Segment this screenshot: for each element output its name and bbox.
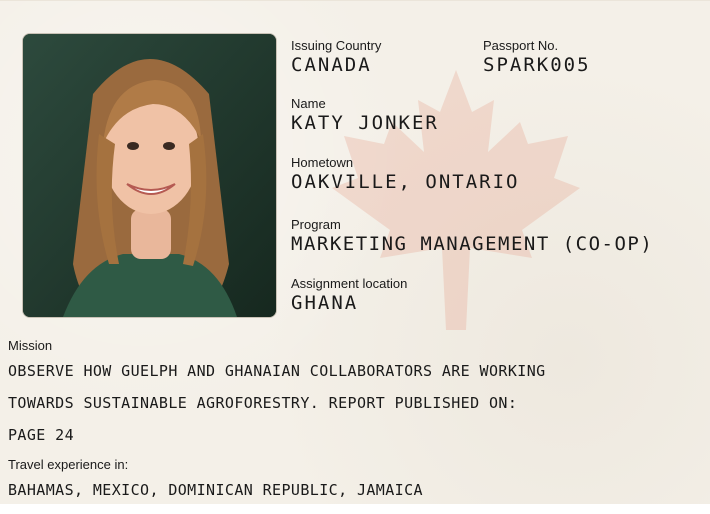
program-value: MARKETING MANAGEMENT (CO-OP): [291, 233, 654, 255]
passport-no-value: SPARK005: [483, 54, 591, 76]
hometown-label: Hometown: [291, 155, 354, 170]
hometown-value: OAKVILLE, ONTARIO: [291, 171, 520, 193]
passport-card: Issuing Country CANADA Passport No. SPAR…: [0, 0, 710, 514]
issuing-country-value: CANADA: [291, 54, 372, 76]
mission-line: PAGE 24: [8, 426, 75, 444]
profile-photo: [22, 33, 277, 318]
maple-leaf-icon: [332, 70, 580, 330]
name-value: KATY JONKER: [291, 112, 439, 134]
mission-label: Mission: [8, 338, 53, 353]
passport-no-label: Passport No.: [483, 38, 559, 53]
assignment-location-label: Assignment location: [291, 276, 408, 291]
travel-experience-value: BAHAMAS, MEXICO, DOMINICAN REPUBLIC, JAM…: [8, 481, 423, 499]
mission-line: TOWARDS SUSTAINABLE AGROFORESTRY. REPORT…: [8, 394, 518, 412]
mission-line: OBSERVE HOW GUELPH AND GHANAIAN COLLABOR…: [8, 362, 546, 380]
program-label: Program: [291, 217, 341, 232]
assignment-location-value: GHANA: [291, 292, 359, 314]
bottom-border: [0, 504, 710, 514]
name-label: Name: [291, 96, 326, 111]
issuing-country-label: Issuing Country: [291, 38, 382, 53]
travel-experience-label: Travel experience in:: [8, 457, 129, 472]
